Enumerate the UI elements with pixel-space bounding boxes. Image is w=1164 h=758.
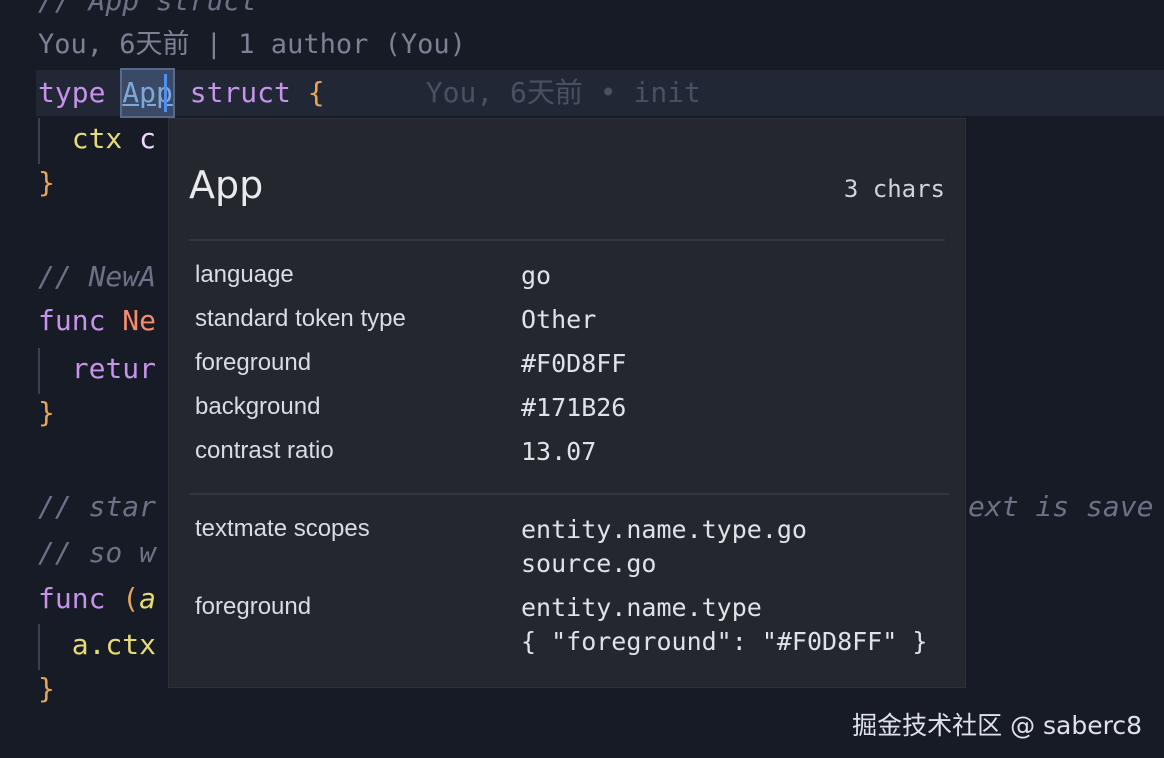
- hover-row-scopes-2: source.go: [195, 549, 955, 589]
- divider-2: [189, 493, 949, 495]
- code-line-actx: a.ctx: [38, 622, 156, 668]
- hover-row-foreground: foreground #F0D8FF: [195, 349, 955, 389]
- row-value: Other: [521, 305, 597, 334]
- function-name-fragment: Ne: [122, 304, 157, 337]
- code-comment-start-tail: ext is save: [968, 490, 1154, 523]
- hover-char-count: 3 chars: [843, 175, 945, 203]
- field-type-fragment: c: [139, 122, 157, 155]
- row-key: standard token type: [195, 305, 406, 332]
- hover-row-contrast: contrast ratio 13.07: [195, 437, 955, 477]
- hover-row-fg-json: { "foreground": "#F0D8FF" }: [195, 627, 955, 667]
- keyword-struct: struct: [189, 76, 291, 109]
- close-brace: }: [38, 166, 55, 199]
- row-value: 13.07: [521, 437, 597, 466]
- hover-row-background: background #171B26: [195, 393, 955, 433]
- row-key: textmate scopes: [195, 515, 370, 542]
- token-inspector-hover: App 3 chars language go standard token t…: [168, 118, 966, 688]
- code-comment-newapp: // NewA: [38, 260, 157, 293]
- hover-row-language: language go: [195, 261, 955, 301]
- code-line-func-new: func Ne: [38, 298, 156, 344]
- blame-codelens[interactable]: You, 6天前 | 1 author (You): [38, 22, 466, 68]
- hover-row-token-type: standard token type Other: [195, 305, 955, 345]
- row-value: #F0D8FF: [521, 349, 627, 378]
- inline-blame: You, 6天前 • init: [425, 76, 701, 109]
- open-brace: {: [307, 76, 325, 109]
- field-ctx: ctx: [71, 122, 123, 155]
- divider: [189, 239, 945, 241]
- row-value: #171B26: [521, 393, 627, 422]
- row-value: go: [521, 261, 552, 290]
- receiver-name: a: [139, 582, 157, 615]
- scope-secondary: source.go: [521, 549, 657, 578]
- close-brace-2: }: [38, 396, 55, 429]
- keyword-func: func: [38, 304, 106, 337]
- fg-json: { "foreground": "#F0D8FF" }: [521, 627, 928, 656]
- code-line-return: retur: [38, 346, 156, 392]
- code-line-type-app[interactable]: type App struct { You, 6天前 • init: [38, 68, 701, 118]
- code-line-func-method: func (a: [38, 576, 156, 622]
- row-key: contrast ratio: [195, 437, 334, 464]
- hover-title: App: [189, 163, 264, 207]
- code-comment-so: // so w: [38, 536, 157, 569]
- row-key: background: [195, 393, 321, 420]
- close-brace-3: }: [38, 672, 55, 705]
- row-key: foreground: [195, 349, 312, 376]
- row-key: language: [195, 261, 294, 288]
- watermark: 掘金技术社区 @ saberc8: [852, 711, 1142, 740]
- fg-rule: entity.name.type: [521, 593, 762, 622]
- field-access: a.ctx: [71, 628, 157, 661]
- keyword-return: retur: [71, 352, 157, 385]
- code-comment-start: // star: [38, 490, 157, 523]
- keyword-func-2: func: [38, 582, 106, 615]
- open-paren: (: [122, 582, 140, 615]
- text-cursor: [164, 74, 167, 112]
- row-key: foreground: [195, 593, 312, 620]
- scope-primary: entity.name.type.go: [521, 515, 807, 544]
- code-line-field: ctx c: [38, 116, 156, 162]
- keyword-type: type: [38, 76, 106, 109]
- code-comment-app-struct: // App struct: [38, 0, 258, 17]
